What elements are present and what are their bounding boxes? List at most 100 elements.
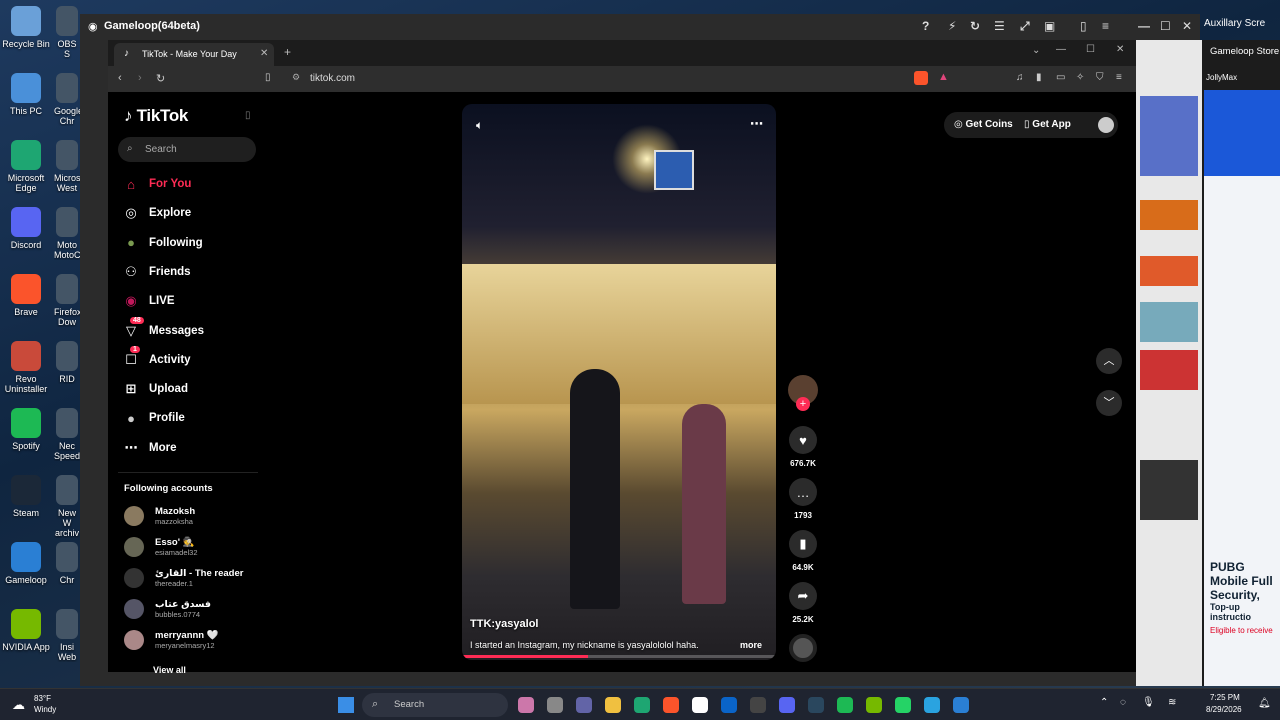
desktop-icon[interactable]: Steam (0, 475, 52, 518)
share-icon[interactable]: ➦ (789, 582, 817, 610)
desktop-icon[interactable]: New W archiv (54, 475, 80, 538)
nav-item-explore[interactable]: ◎ Explore (122, 202, 191, 224)
browser-tab[interactable]: ♪ TikTok - Make Your Day ✕ (114, 43, 274, 66)
brave-rewards-icon[interactable]: ▲ (938, 71, 949, 83)
desktop-icon[interactable]: Spotify (0, 408, 52, 451)
bookmark-icon[interactable]: ▯ (265, 72, 271, 83)
tab-list-icon[interactable]: ⌄ (1032, 45, 1040, 56)
layout-icon[interactable]: ▣ (1044, 19, 1055, 33)
browser-maximize-icon[interactable]: ☐ (1086, 44, 1095, 55)
like-action[interactable]: ♥ 676.7K (788, 426, 818, 468)
video-author[interactable]: TTK:yasyalol (470, 618, 538, 630)
telegram-icon[interactable] (924, 697, 940, 713)
search-input[interactable]: ⌕ Search (118, 137, 256, 162)
obs-icon[interactable] (750, 697, 766, 713)
maximize-icon[interactable]: ☐ (1160, 19, 1171, 33)
following-account[interactable]: merryannn 🤍 meryanelmasry12 (124, 627, 219, 653)
media-icon[interactable]: ♫ (1016, 72, 1024, 83)
desktop-icon[interactable]: This PC (0, 73, 52, 116)
desktop-icon[interactable]: RID (54, 341, 80, 384)
brave-icon[interactable] (663, 697, 679, 713)
desktop-icon[interactable]: OBS S (54, 6, 80, 59)
desktop-icon[interactable]: Discord (0, 207, 52, 250)
desktop-icon[interactable]: Gameloop (0, 542, 52, 585)
desktop-icon[interactable]: Brave (0, 274, 52, 317)
tab-close-icon[interactable]: ✕ (260, 48, 268, 59)
nav-item-more[interactable]: ⋯ More (122, 437, 177, 459)
copilot-icon[interactable] (518, 697, 534, 713)
caption-more-button[interactable]: more (740, 640, 762, 650)
tray-chevron-icon[interactable]: ⌃ (1100, 697, 1108, 708)
teams-icon[interactable] (576, 697, 592, 713)
store-icon[interactable] (692, 697, 708, 713)
steam-icon[interactable] (808, 697, 824, 713)
nav-item-following[interactable]: ● Following (122, 232, 203, 254)
tiktok-logo[interactable]: ♪ TikTok (124, 106, 188, 126)
get-coins-button[interactable]: ◎ Get Coins (954, 119, 1013, 130)
following-account[interactable]: القارئ - The reader thereader.1 (124, 565, 243, 591)
nav-item-friends[interactable]: ⚇ Friends (122, 261, 190, 283)
weather-desc[interactable]: Windy (34, 705, 56, 714)
clock-time[interactable]: 7:25 PM (1210, 693, 1240, 702)
reload-icon[interactable]: ↻ (156, 72, 165, 85)
fullscreen-icon[interactable]: ⤢ (1020, 19, 1030, 34)
boost-icon[interactable]: ⚡ (948, 19, 956, 33)
minimize-icon[interactable]: — (1138, 19, 1150, 33)
desktop-icon[interactable]: Microsoft West (54, 140, 80, 193)
creator-avatar[interactable]: + (788, 375, 818, 411)
following-account[interactable]: Mazoksh mazzoksha (124, 503, 195, 529)
comment-icon[interactable]: … (789, 478, 817, 506)
nav-item-live[interactable]: ◉ LIVE (122, 290, 174, 312)
folder-icon[interactable] (605, 697, 621, 713)
follow-plus-icon[interactable]: + (796, 397, 810, 411)
nav-item-activity[interactable]: ☐ 1 Activity (122, 345, 191, 371)
desktop-icon[interactable]: NVIDIA App (0, 609, 52, 652)
save-action[interactable]: ▮ 64.9K (788, 530, 818, 572)
get-app-button[interactable]: ▯ Get App (1024, 119, 1071, 130)
previous-video-button[interactable]: ︿ (1096, 348, 1122, 374)
help-icon[interactable]: ? (922, 19, 929, 33)
next-video-button[interactable]: ﹀ (1096, 390, 1122, 416)
new-tab-icon[interactable]: + (284, 45, 291, 59)
share-action[interactable]: ➦ 25.2K (788, 582, 818, 624)
desktop-icon[interactable]: Recycle Bin (0, 6, 52, 49)
progress-track[interactable] (462, 655, 776, 658)
windows-start-icon[interactable] (338, 697, 354, 713)
browser-menu-icon[interactable]: ≡ (1116, 72, 1122, 83)
taskbar-search[interactable]: ⌕ Search (362, 693, 508, 717)
game-thumb[interactable] (1140, 96, 1198, 176)
sidebar-icon[interactable]: ▮ (1036, 72, 1042, 83)
desktop-icon[interactable]: Chr (54, 542, 80, 585)
video-more-options-icon[interactable]: ⋯ (750, 116, 763, 132)
nav-item-upload[interactable]: ⊞ Upload (122, 378, 188, 400)
back-icon[interactable]: ‹ (118, 72, 122, 84)
settings-icon[interactable]: ☰ (994, 19, 1005, 33)
file-explorer-icon[interactable] (547, 697, 563, 713)
desktop-icon[interactable]: Revo Uninstaller (0, 341, 52, 394)
vpn-icon[interactable]: ⛉ (1096, 72, 1104, 83)
nav-item-profile[interactable]: ● Profile (122, 407, 185, 429)
refresh-icon[interactable]: ↻ (970, 19, 980, 33)
clock-date[interactable]: 8/29/2026 (1206, 705, 1242, 714)
menu-icon[interactable]: ≡ (1102, 19, 1109, 33)
promo-banner[interactable] (1204, 90, 1280, 176)
desktop-icon[interactable]: Google Chr (54, 73, 80, 126)
weather-temp[interactable]: 83°F (34, 694, 51, 703)
mic-icon[interactable]: 🎙︎ (1142, 697, 1155, 708)
browser-minimize-icon[interactable]: — (1056, 44, 1066, 55)
mute-icon[interactable]: 🔈︎ (476, 118, 483, 133)
whatsapp-icon[interactable] (895, 697, 911, 713)
nav-item-for-you[interactable]: ⌂ For You (122, 173, 191, 195)
music-disc[interactable] (788, 634, 818, 662)
wallet-icon[interactable]: ▭ (1056, 72, 1065, 83)
browser-close-icon[interactable]: ✕ (1116, 44, 1124, 55)
comment-action[interactable]: … 1793 (788, 478, 818, 520)
network-icon[interactable]: ◌ (1120, 697, 1126, 708)
sidebar-toggle-icon[interactable]: ▯ (1080, 19, 1087, 33)
profile-avatar[interactable] (1098, 117, 1114, 133)
desktop-icon[interactable]: Insi Web (54, 609, 80, 662)
wifi-icon[interactable]: ≋ (1168, 697, 1176, 708)
view-all-link[interactable]: View all (153, 665, 186, 675)
nvidia-icon[interactable] (866, 697, 882, 713)
edge-icon[interactable] (634, 697, 650, 713)
